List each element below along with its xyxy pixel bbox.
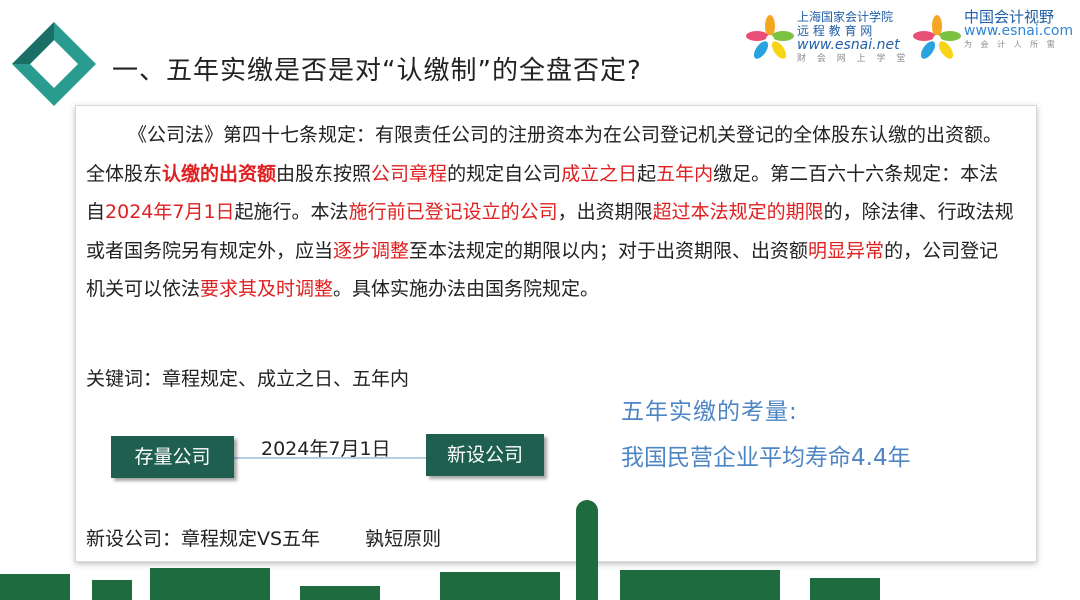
page-title: 一、五年实缴是否是对“认缴制”的全盘否定? [112,56,642,86]
law-text-segment: 。具体实施办法由国务院规定。 [333,278,600,300]
law-highlight-segment: 逐步调整 [333,239,410,262]
background-calligraphy-decoration [0,568,880,600]
brand-line2: 远 程 教 育 网 [797,24,873,38]
bottom-right-text: 孰短原则 [365,528,442,550]
law-highlight-segment: 五年内 [656,162,714,185]
law-highlight-segment: 明显异常 [808,239,885,262]
law-highlight-segment: 超过本法规定的期限 [652,201,824,223]
brand-url: www.esnai.net [797,37,900,53]
brand-name: 中国会计视野 [964,8,1055,26]
law-text-segment: 由股东按照 [276,162,372,185]
brand-logo-esnai-com[interactable]: 中国会计视野 www.esnai.com 为 会 计 人 所 需 [912,6,1077,72]
consideration-value: 我国民营企业平均寿命4.4年 [621,445,911,471]
law-text-segment: 至本法规定的期限以内；对于出资期限、出资额 [409,239,809,262]
consideration-title: 五年实缴的考量: [621,399,798,425]
law-highlight-segment: 2024年7月1日 [105,201,235,223]
law-highlight-segment: 要求其及时调整 [200,278,334,300]
law-paragraph: 《公司法》第四十七条规定：有限责任公司的注册资本为在公司登记机关登记的全体股东认… [86,116,1016,309]
corner-logo-icon [12,22,96,106]
brand-line1: 上海国家会计学院 [797,10,894,24]
law-text-segment: 的规定自公司 [447,162,562,185]
content-card: 《公司法》第四十七条规定：有限责任公司的注册资本为在公司登记机关登记的全体股东认… [75,105,1037,562]
law-text-segment: 起 [637,162,657,185]
law-highlight-segment: 成立之日 [561,162,638,185]
law-text-segment: ，出资期限 [557,201,653,223]
keywords-line: 关键词：章程规定、成立之日、五年内 [86,368,410,390]
brand-logo-esnai-net[interactable]: 上海国家会计学院 远 程 教 育 网 www.esnai.net 财 会 网 上… [745,6,915,72]
bottom-left-text: 新设公司：章程规定VS五年 [86,528,321,550]
brand-sub: 财 会 网 上 学 堂 [797,54,910,64]
flower-logo-icon [913,15,961,59]
law-text-segment: 起施行。本法 [234,201,349,223]
law-highlight-segment: 施行前已登记设立的公司 [348,201,558,223]
existing-company-box: 存量公司 [111,436,234,478]
timeline-date: 2024年7月1日 [261,438,391,460]
brand-url: www.esnai.com [964,23,1074,39]
law-highlight-segment: 认缴的出资额 [162,162,277,185]
flower-logo-icon [746,15,794,59]
new-company-box: 新设公司 [426,434,544,476]
bottom-line: 新设公司：章程规定VS五年 孰短原则 [86,524,441,551]
law-highlight-segment: 公司章程 [371,162,448,185]
brand-sub: 为 会 计 人 所 需 [964,40,1058,49]
